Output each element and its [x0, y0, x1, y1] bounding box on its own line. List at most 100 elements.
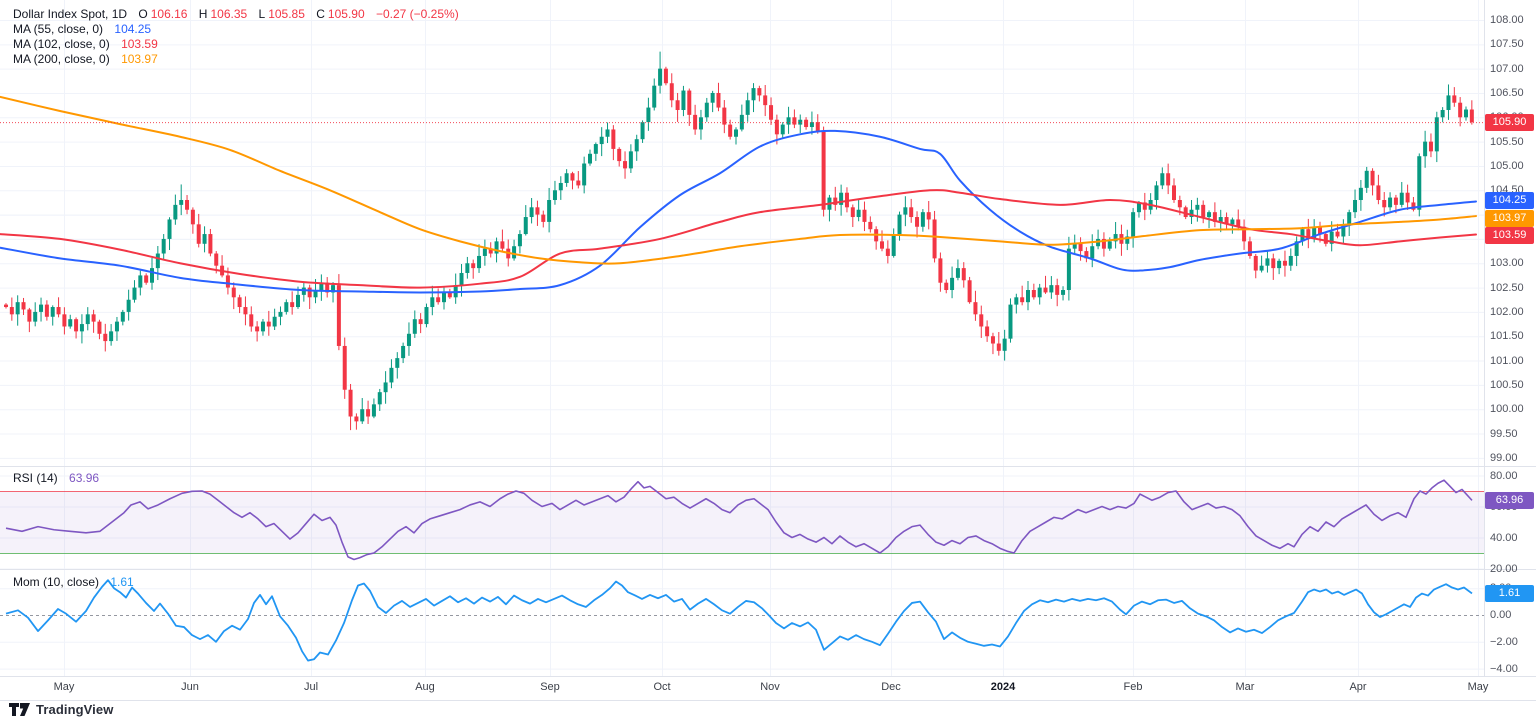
rsi-tick-label: 40.00	[1490, 531, 1518, 544]
ma55-label: MA (55, close, 0)	[13, 22, 104, 36]
candle-body	[196, 224, 201, 244]
candle-body	[634, 139, 639, 152]
price-tick-label: 100.50	[1490, 378, 1524, 391]
candle-body	[74, 319, 79, 332]
candle-body	[1002, 338, 1007, 351]
time-axis-label-2024: 2024	[990, 681, 1016, 693]
candle-body	[1043, 287, 1048, 293]
rsi-value-badge: 63.96	[1485, 491, 1534, 509]
candle-body	[769, 105, 774, 120]
candle-body	[1464, 109, 1468, 118]
time-axis-label-May: May	[53, 681, 75, 693]
candle-body	[97, 321, 102, 334]
candle-body	[1031, 290, 1036, 298]
candle-body	[985, 326, 990, 337]
candle-body	[336, 285, 341, 346]
candle-body	[897, 214, 902, 235]
price-tick-label: 105.00	[1490, 159, 1524, 172]
candle-body	[1452, 95, 1457, 103]
candle-body	[523, 217, 528, 235]
candle-body	[669, 83, 674, 101]
candle-body	[1160, 173, 1165, 186]
ma55-legend-row[interactable]: MA (55, close, 0) 104.25	[13, 22, 459, 37]
candle-body	[1428, 141, 1433, 152]
symbol-legend-row[interactable]: Dollar Index Spot, 1D O 106.16 H 106.35 L1…	[13, 7, 459, 22]
candle-body	[430, 297, 435, 308]
main-legend: Dollar Index Spot, 1D O 106.16 H 106.35 L1…	[13, 7, 459, 67]
candle-body	[1440, 110, 1445, 118]
candle-body	[138, 275, 143, 288]
candle-body	[103, 333, 108, 342]
candle-body	[996, 343, 1001, 351]
candle-body	[401, 345, 406, 359]
candle-body	[1177, 200, 1182, 208]
candle-body	[804, 119, 809, 128]
candle-body	[944, 282, 949, 291]
high-label: H	[198, 7, 208, 21]
candle-body	[150, 268, 154, 283]
chart-plot-canvas[interactable]	[0, 0, 1536, 722]
candle-body	[1393, 197, 1398, 205]
time-axis-label-Aug: Aug	[415, 681, 435, 693]
candle-body	[979, 314, 984, 327]
candle-body	[290, 302, 295, 308]
candle-body	[757, 88, 762, 96]
ma102-legend-row[interactable]: MA (102, close, 0) 103.59	[13, 37, 459, 52]
time-axis-label-Dec: Dec	[881, 681, 901, 693]
candle-body	[465, 263, 470, 273]
candle-body	[477, 255, 482, 269]
candle-body	[693, 114, 698, 130]
candle-body	[1037, 287, 1042, 298]
candle-body	[1370, 170, 1375, 186]
candle-body	[728, 124, 733, 137]
candle-body	[1388, 197, 1393, 208]
candle-body	[938, 258, 943, 283]
candle-body	[593, 144, 598, 154]
candle-body	[961, 268, 966, 281]
candle-body	[237, 297, 242, 308]
candle-body	[442, 292, 446, 303]
candle-body	[576, 180, 581, 186]
candle-body	[967, 280, 972, 303]
candle-body	[471, 263, 476, 269]
candle-body	[588, 153, 592, 164]
candle-body	[880, 241, 884, 249]
candle-body	[932, 219, 937, 259]
candle-body	[535, 207, 540, 215]
candle-body	[231, 287, 236, 298]
candle-body	[786, 117, 791, 125]
candle-body	[348, 389, 353, 417]
momentum-label: Mom (10, close)	[13, 575, 100, 589]
candle-body	[973, 302, 978, 315]
candle-body	[459, 272, 464, 286]
price-tick-label: 103.00	[1490, 257, 1524, 270]
rsi-tick-label: 20.00	[1490, 562, 1518, 575]
candle-body	[79, 324, 84, 332]
candle-body	[1014, 297, 1019, 305]
candle-body	[990, 336, 995, 344]
candle-body	[1353, 200, 1358, 213]
candle-body	[1008, 304, 1013, 339]
candle-body	[1335, 231, 1340, 237]
momentum-value: 1.61	[110, 575, 134, 589]
candle-body	[109, 331, 114, 342]
ma102-label: MA (102, close, 0)	[13, 37, 110, 51]
candle-body	[903, 207, 908, 215]
candle-body	[541, 214, 546, 222]
tradingview-logo[interactable]: TradingView	[9, 702, 113, 717]
candle-body	[1259, 265, 1264, 271]
momentum-line	[5, 579, 1473, 662]
candle-body	[185, 200, 190, 210]
candle-body	[68, 319, 73, 327]
candle-body	[1020, 297, 1025, 303]
time-axis-label-Apr: Apr	[1349, 681, 1367, 693]
price-tick-label: 101.50	[1490, 330, 1524, 343]
candle-body	[868, 221, 873, 230]
momentum-legend[interactable]: Mom (10, close) 1.61	[13, 575, 134, 590]
ma200-legend-row[interactable]: MA (200, close, 0) 103.97	[13, 52, 459, 67]
candle-body	[564, 173, 569, 183]
candle-body	[126, 299, 131, 312]
price-tick-label: 108.00	[1490, 14, 1524, 26]
candle-body	[377, 392, 382, 405]
rsi-legend[interactable]: RSI (14) 63.96	[13, 471, 99, 486]
